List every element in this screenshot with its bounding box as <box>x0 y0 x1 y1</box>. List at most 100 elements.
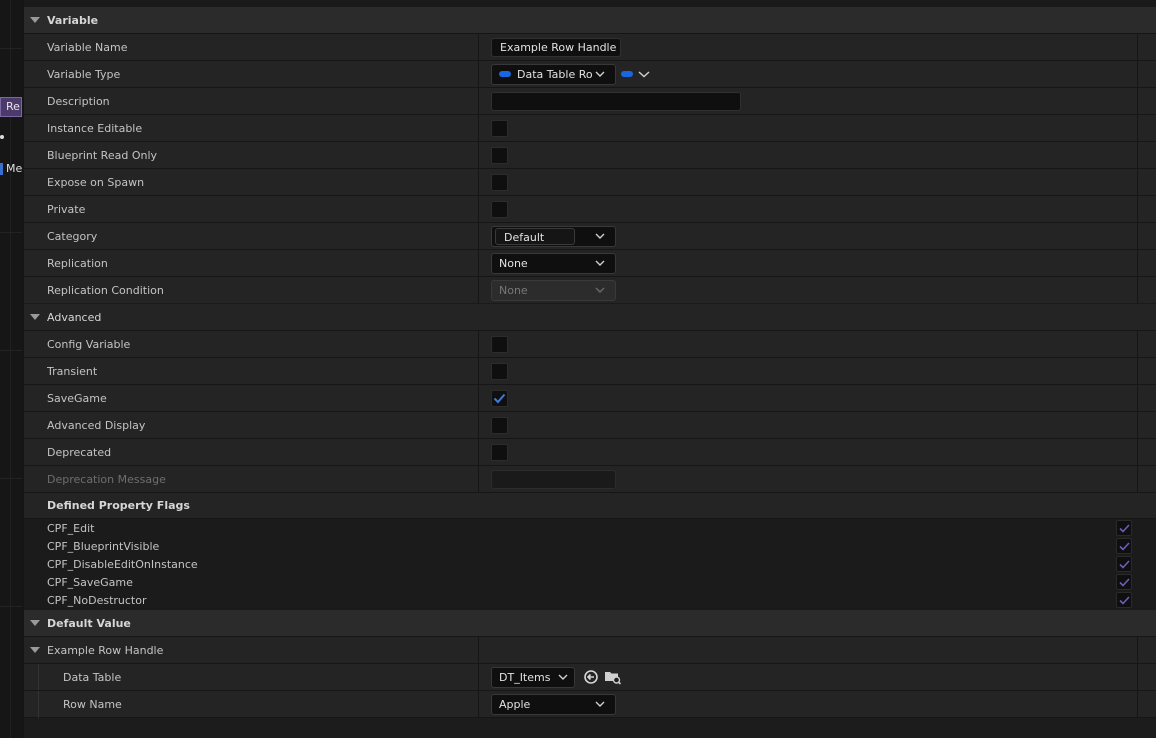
flag-row: CPF_SaveGame <box>24 573 1156 591</box>
defined-flags-header: Defined Property Flags <box>24 492 1156 518</box>
chevron-down-icon[interactable] <box>595 231 605 241</box>
row-name-combo[interactable]: Apple <box>491 693 616 715</box>
flag-checkbox[interactable] <box>1116 574 1132 590</box>
type-pill-icon <box>499 71 511 77</box>
section-default-value[interactable]: Default Value <box>24 609 1156 636</box>
checkmark-icon <box>1118 523 1130 533</box>
replication-condition-value: None <box>499 283 528 297</box>
checkmark-icon <box>1118 577 1130 587</box>
row-name-value: Apple <box>499 697 531 711</box>
section-variable[interactable]: Variable <box>24 6 1156 33</box>
row-struct-header[interactable]: Example Row Handle <box>24 636 1156 663</box>
flag-checkbox[interactable] <box>1116 556 1132 572</box>
savegame-checkbox[interactable] <box>491 389 508 407</box>
description-input[interactable] <box>491 91 741 111</box>
collapse-arrow-icon[interactable] <box>30 17 40 23</box>
graph-node-header[interactable]: Re <box>0 97 22 117</box>
use-selected-asset-icon[interactable] <box>581 667 601 687</box>
category-combo[interactable]: Default <box>491 225 616 247</box>
checkmark-icon <box>493 393 506 403</box>
deprecation-message-input <box>491 469 616 489</box>
browse-asset-icon[interactable] <box>603 667 623 687</box>
config-variable-checkbox[interactable] <box>491 335 508 353</box>
property-label: Instance Editable <box>24 115 479 141</box>
chevron-down-icon <box>595 71 605 77</box>
private-checkbox[interactable] <box>491 200 508 218</box>
row-advanced-display: Advanced Display <box>24 411 1156 438</box>
data-table-value: DT_Items <box>499 670 551 684</box>
container-type-pill-icon[interactable] <box>621 71 633 77</box>
property-label: Private <box>24 196 479 222</box>
row-deprecated: Deprecated <box>24 438 1156 465</box>
collapse-arrow-icon[interactable] <box>30 314 40 320</box>
flag-label: CPF_DisableEditOnInstance <box>47 557 198 571</box>
deprecated-checkbox[interactable] <box>491 443 508 461</box>
replication-value: None <box>499 256 528 270</box>
flag-checkbox[interactable] <box>1116 592 1132 608</box>
property-label: Data Table <box>24 664 479 690</box>
flag-label: CPF_NoDestructor <box>47 593 147 607</box>
row-config-variable: Config Variable <box>24 330 1156 357</box>
chevron-down-icon <box>595 701 605 707</box>
replication-combo[interactable]: None <box>491 252 616 274</box>
replication-condition-combo: None <box>491 279 616 301</box>
checkmark-icon <box>1118 595 1130 605</box>
blueprint-read-only-checkbox[interactable] <box>491 146 508 164</box>
row-expose-on-spawn: Expose on Spawn <box>24 168 1156 195</box>
instance-editable-checkbox[interactable] <box>491 119 508 137</box>
row-category: Category Default <box>24 222 1156 249</box>
flag-row: CPF_BlueprintVisible <box>24 537 1156 555</box>
expose-on-spawn-checkbox[interactable] <box>491 173 508 191</box>
property-label: Replication Condition <box>24 277 479 303</box>
struct-label: Example Row Handle <box>47 643 164 657</box>
data-table-combo[interactable]: DT_Items <box>491 666 575 688</box>
variable-type-value: Data Table Ro <box>517 67 593 81</box>
property-label: Expose on Spawn <box>24 169 479 195</box>
section-title: Advanced <box>47 310 102 324</box>
graph-grid-line <box>0 232 22 233</box>
graph-grid-line <box>0 48 22 49</box>
section-advanced[interactable]: Advanced <box>24 303 1156 330</box>
collapse-arrow-icon[interactable] <box>30 647 40 653</box>
property-label: SaveGame <box>24 385 479 411</box>
row-savegame: SaveGame <box>24 384 1156 411</box>
flag-row: CPF_DisableEditOnInstance <box>24 555 1156 573</box>
row-replication-condition: Replication Condition None <box>24 276 1156 303</box>
property-label: Transient <box>24 358 479 384</box>
advanced-display-checkbox[interactable] <box>491 416 508 434</box>
transient-checkbox[interactable] <box>491 362 508 380</box>
flag-label: CPF_Edit <box>47 521 95 535</box>
property-label: Deprecated <box>24 439 479 465</box>
variable-type-combo[interactable]: Data Table Ro <box>491 63 616 85</box>
row-data-table: Data Table DT_Items <box>24 663 1156 691</box>
indent-guide <box>38 664 39 691</box>
flag-checkbox[interactable] <box>1116 538 1132 554</box>
section-title: Default Value <box>47 616 131 630</box>
graph-node-pin[interactable]: Me <box>0 160 22 178</box>
container-type-chevron-icon[interactable] <box>638 69 650 79</box>
property-label: Description <box>24 88 479 114</box>
category-input[interactable]: Default <box>495 227 575 245</box>
collapse-arrow-icon[interactable] <box>30 620 40 626</box>
details-panel: Variable Variable Name Example Row Handl… <box>24 0 1156 738</box>
checkmark-icon <box>1118 541 1130 551</box>
graph-grid-line <box>0 478 22 479</box>
row-instance-editable: Instance Editable <box>24 114 1156 141</box>
flag-row: CPF_Edit <box>24 519 1156 537</box>
exec-pin-icon[interactable] <box>0 135 4 139</box>
flag-label: CPF_BlueprintVisible <box>47 539 160 553</box>
flag-checkbox[interactable] <box>1116 520 1132 536</box>
flag-label: CPF_SaveGame <box>47 575 133 589</box>
graph-grid-line <box>0 350 22 351</box>
variable-name-input[interactable]: Example Row Handle <box>491 37 621 57</box>
property-label: Replication <box>24 250 479 276</box>
row-variable-type: Variable Type Data Table Ro <box>24 60 1156 87</box>
property-label: Variable Name <box>24 34 479 60</box>
struct-header[interactable]: Example Row Handle <box>24 637 479 663</box>
indent-guide <box>38 691 39 718</box>
graph-canvas-edge[interactable]: Re Me <box>0 0 22 738</box>
property-label: Config Variable <box>24 331 479 357</box>
row-private: Private <box>24 195 1156 222</box>
chevron-down-icon <box>595 260 605 266</box>
property-label: Deprecation Message <box>24 466 479 492</box>
